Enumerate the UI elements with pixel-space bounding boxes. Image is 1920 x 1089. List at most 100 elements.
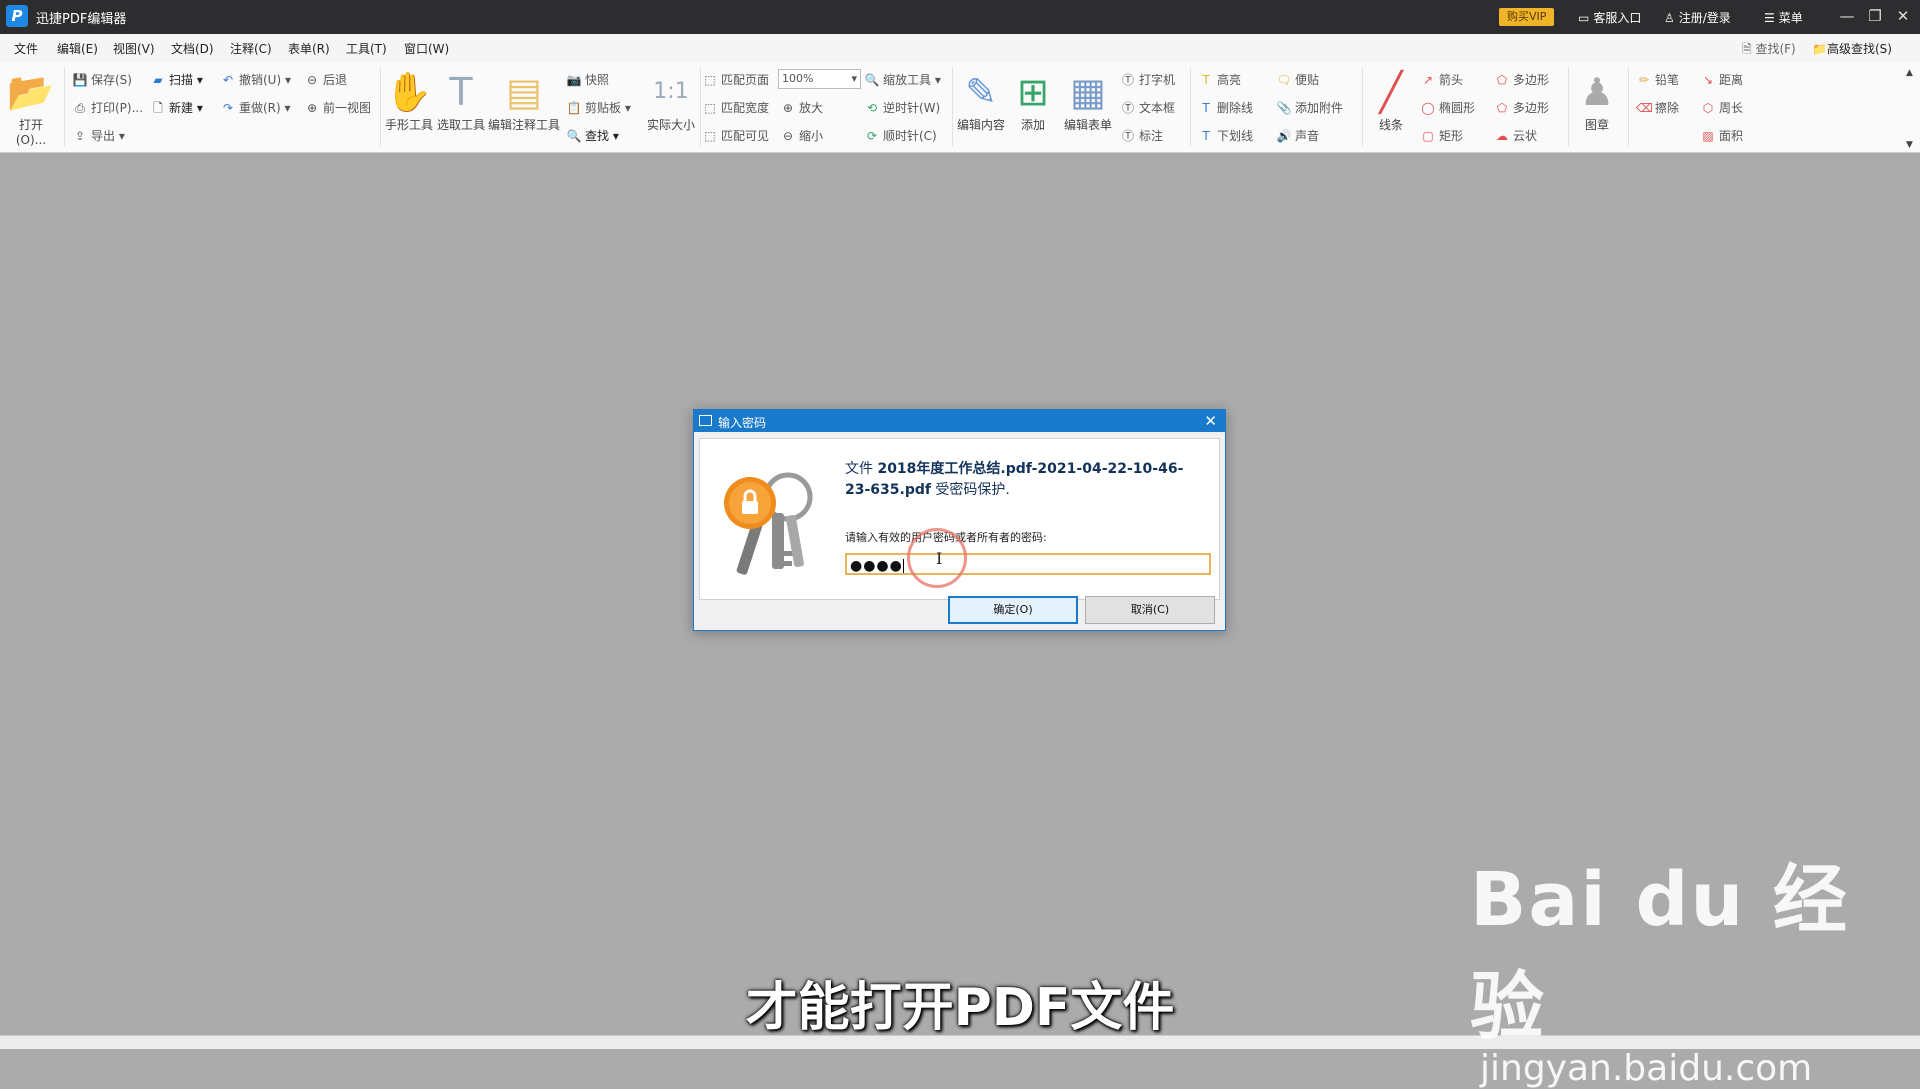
form-icon: ▦ (1070, 70, 1106, 114)
edit-content-button[interactable]: ✎ 编辑内容 (954, 68, 1008, 133)
polygon-tool-button[interactable]: ⬠ 多边形 (1494, 71, 1549, 88)
menu-file[interactable]: 文件 (14, 40, 38, 57)
scan-button[interactable]: ▰ 扫描 ▾ (150, 71, 202, 88)
export-icon: ⇪ (74, 129, 86, 143)
ellipse-tool-button[interactable]: ◯ 椭圆形 (1420, 99, 1475, 116)
perimeter-icon: ⬡ (1702, 101, 1714, 115)
buy-vip-button[interactable]: 购买VIP (1499, 8, 1555, 26)
pencil-tool-button[interactable]: ✏ 铅笔 (1636, 71, 1679, 88)
undo-icon: ↶ (222, 73, 234, 87)
eraser-icon: ⌫ (1636, 101, 1653, 115)
callout-button[interactable]: Ⓣ 标注 (1120, 127, 1163, 144)
new-doc-icon: 🗋 (153, 101, 163, 115)
area-icon: ▨ (1702, 129, 1714, 143)
prev-view-button[interactable]: ⊕ 前一视图 (304, 99, 371, 116)
app-title: 迅捷PDF编辑器 (36, 12, 127, 27)
actual-size-button[interactable]: 1:1 实际大小 (644, 68, 698, 133)
dialog-close-button[interactable]: ✕ (1204, 412, 1217, 430)
strikeout-button[interactable]: T 删除线 (1198, 99, 1253, 116)
textbox-button[interactable]: Ⓣ 文本框 (1120, 99, 1175, 116)
fit-page-icon: ⬚ (704, 73, 716, 87)
rotate-cw-button[interactable]: ⟳ 顺时针(C) (864, 127, 937, 144)
baidu-watermark: Bai du 经验 jingyan.baidu.com (1470, 840, 1890, 1089)
select-tool-button[interactable]: T 选取工具 (434, 68, 488, 133)
main-menu-button[interactable]: ☰ 菜单 (1764, 9, 1803, 26)
snapshot-button[interactable]: 📷 快照 (566, 71, 610, 88)
zoom-in-button[interactable]: ⊕ 放大 (780, 99, 823, 116)
strikeout-icon: T (1202, 101, 1210, 115)
login-link[interactable]: ♙ 注册/登录 (1664, 9, 1731, 26)
minus-circle-icon: ⊖ (782, 129, 794, 143)
new-button[interactable]: 🗋 新建 ▾ (150, 99, 203, 120)
line-tool-button[interactable]: ╱ 线条 (1364, 68, 1418, 133)
line-icon: ╱ (1379, 70, 1403, 114)
perimeter-tool-button[interactable]: ⬡ 周长 (1700, 99, 1743, 116)
cancel-button[interactable]: 取消(C) (1085, 596, 1215, 624)
ribbon-scroll-up-icon[interactable]: ▲ (1906, 68, 1913, 78)
sound-button[interactable]: 🔊 声音 (1276, 127, 1320, 144)
open-button[interactable]: 📂 打开(O)... (4, 68, 58, 147)
edit-form-button[interactable]: ▦ 编辑表单 (1058, 68, 1118, 133)
underline-button[interactable]: T 下划线 (1198, 127, 1253, 144)
menu-form[interactable]: 表单(R) (288, 40, 330, 57)
print-button[interactable]: ⎙ 打印(P)... (72, 99, 143, 116)
rectangle-icon: ▢ (1422, 129, 1434, 143)
typewriter-button[interactable]: Ⓣ 打字机 (1120, 71, 1175, 88)
advanced-find-button[interactable]: 📁高级查找(S) (1812, 40, 1892, 57)
zoom-tool-button[interactable]: 🔍 缩放工具 ▾ (864, 71, 941, 88)
back-button[interactable]: ⊖ 后退 (304, 71, 347, 88)
plus-circle-icon: ⊕ (782, 101, 794, 115)
edit-annotation-tool-button[interactable]: ▤ 编辑注释工具 (488, 68, 560, 133)
pencil-icon: ✏ (1638, 73, 1650, 87)
find-tool-button[interactable]: 🔍 查找 ▾ (566, 127, 619, 144)
restore-button[interactable]: ❐ (1862, 4, 1888, 28)
minimize-button[interactable]: — (1834, 4, 1860, 28)
fit-width-icon: ⬚ (704, 101, 716, 115)
fit-visible-icon: ⬚ (704, 129, 716, 143)
close-window-button[interactable]: ✕ (1890, 4, 1916, 28)
redo-button[interactable]: ↷ 重做(R) ▾ (220, 99, 291, 116)
ok-button[interactable]: 确定(O) (948, 596, 1078, 624)
fit-page-button[interactable]: ⬚ 匹配页面 (702, 71, 769, 88)
rectangle-tool-button[interactable]: ▢ 矩形 (1420, 127, 1463, 144)
text-caret (902, 559, 904, 573)
stamp-button[interactable]: ♟ 图章 (1570, 68, 1624, 133)
rotate-ccw-icon: ⟲ (866, 101, 878, 115)
arrow-tool-button[interactable]: ↗ 箭头 (1420, 71, 1463, 88)
polyline-tool-button[interactable]: ⬠ 多边形 (1494, 99, 1549, 116)
area-tool-button[interactable]: ▨ 面积 (1700, 127, 1743, 144)
export-button[interactable]: ⇪ 导出 ▾ (72, 127, 125, 144)
eraser-tool-button[interactable]: ⌫ 擦除 (1636, 99, 1679, 116)
menu-window[interactable]: 窗口(W) (404, 40, 449, 57)
attach-file-button[interactable]: 📎 添加附件 (1276, 99, 1344, 116)
highlight-button[interactable]: T 高亮 (1198, 71, 1241, 88)
menu-document[interactable]: 文档(D) (171, 40, 214, 57)
undo-button[interactable]: ↶ 撤销(U) ▾ (220, 71, 291, 88)
ribbon-scroll-down-icon[interactable]: ▼ (1906, 140, 1913, 150)
clipboard-button[interactable]: 📋 剪贴板 ▾ (566, 99, 631, 116)
menu-tools[interactable]: 工具(T) (346, 40, 387, 57)
save-icon: 💾 (72, 73, 88, 87)
zoom-select[interactable]: 100% ▾ (778, 69, 861, 89)
menu-view[interactable]: 视图(V) (113, 40, 155, 57)
fit-visible-button[interactable]: ⬚ 匹配可见 (702, 127, 769, 144)
add-button[interactable]: ⊞ 添加 (1006, 68, 1060, 133)
distance-tool-button[interactable]: ↘ 距离 (1700, 71, 1743, 88)
hand-tool-button[interactable]: ✋ 手形工具 (382, 68, 436, 133)
polyline-icon: ⬠ (1496, 101, 1508, 115)
sticky-note-button[interactable]: 🗨 便贴 (1276, 71, 1319, 88)
customer-service-link[interactable]: ▭ 客服入口 (1578, 9, 1641, 26)
cloud-tool-button[interactable]: ☁ 云状 (1494, 127, 1537, 144)
save-button[interactable]: 💾 保存(S) (72, 71, 132, 88)
zoom-out-button[interactable]: ⊖ 缩小 (780, 127, 823, 144)
find-button[interactable]: 🗎 查找(F) (1742, 40, 1796, 61)
menu-edit[interactable]: 编辑(E) (57, 40, 98, 57)
divider (1628, 68, 1629, 146)
callout-icon: Ⓣ (1121, 129, 1134, 143)
password-input[interactable]: ●●●● (845, 553, 1211, 575)
menu-comment[interactable]: 注释(C) (230, 40, 272, 57)
dialog-title-bar: 输入密码 ✕ (694, 410, 1225, 432)
watermark-url: jingyan.baidu.com (1480, 1048, 1813, 1089)
fit-width-button[interactable]: ⬚ 匹配宽度 (702, 99, 769, 116)
rotate-ccw-button[interactable]: ⟲ 逆时针(W) (864, 99, 940, 116)
